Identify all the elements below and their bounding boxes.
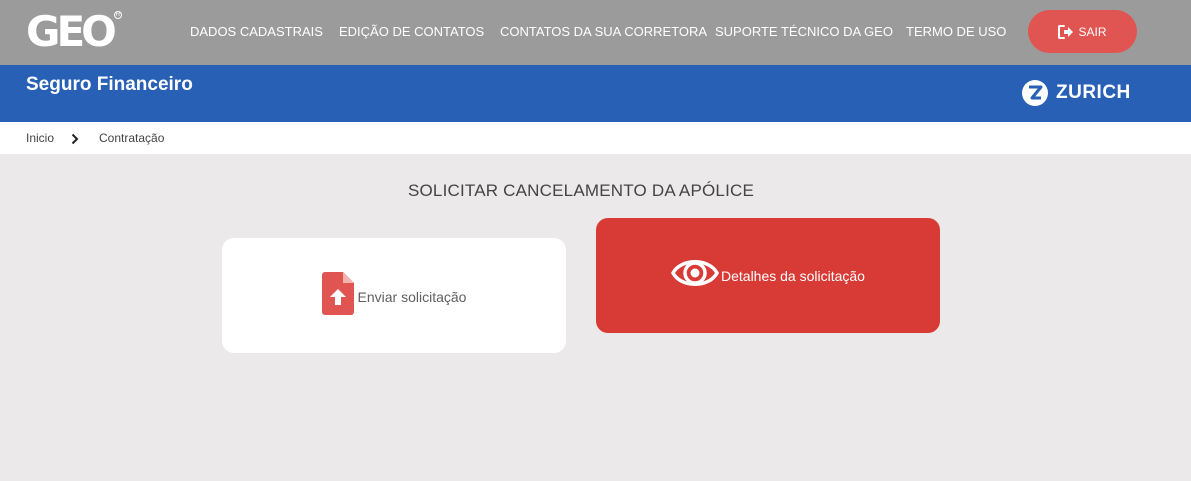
top-navigation-bar: GEO R DADOS CADASTRAIS EDIÇÃO DE CONTATO… — [0, 0, 1191, 65]
logo-text: GEO — [26, 7, 117, 56]
registered-mark: R — [114, 11, 122, 19]
page-title: Seguro Financeiro — [26, 74, 193, 95]
request-details-card[interactable]: Detalhes da solicitação — [596, 218, 940, 333]
breadcrumb-current: Contratação — [99, 131, 165, 145]
zurich-logo: ZURICH — [1022, 80, 1131, 106]
request-details-label: Detalhes da solicitação — [721, 267, 865, 284]
zurich-logo-icon — [1022, 80, 1048, 106]
breadcrumb: Inicio Contratação — [0, 122, 1191, 154]
logout-button[interactable]: SAIR — [1028, 10, 1137, 53]
breadcrumb-home[interactable]: Inicio — [26, 131, 54, 146]
product-banner: Seguro Financeiro ZURICH — [0, 65, 1191, 122]
nav-edicao-de-contatos[interactable]: EDIÇÃO DE CONTATOS — [339, 24, 484, 40]
file-upload-icon — [321, 271, 354, 320]
send-request-card[interactable]: Enviar solicitação — [222, 238, 566, 353]
geo-logo[interactable]: GEO R — [26, 10, 126, 54]
zurich-brand-text: ZURICH — [1056, 82, 1131, 103]
send-request-label: Enviar solicitação — [357, 288, 467, 305]
logout-label: SAIR — [1078, 24, 1107, 39]
nav-termo-de-uso[interactable]: TERMO DE USO — [906, 24, 1006, 40]
chevron-right-icon — [71, 132, 79, 150]
logout-icon — [1058, 24, 1074, 39]
nav-suporte-tecnico[interactable]: SUPORTE TÉCNICO DA GEO — [715, 24, 893, 40]
nav-contatos-da-sua-corretora[interactable]: CONTATOS DA SUA CORRETORA — [500, 24, 707, 40]
eye-icon — [671, 254, 719, 297]
section-title: SOLICITAR CANCELAMENTO DA APÓLICE — [407, 181, 755, 200]
nav-dados-cadastrais[interactable]: DADOS CADASTRAIS — [190, 24, 323, 40]
